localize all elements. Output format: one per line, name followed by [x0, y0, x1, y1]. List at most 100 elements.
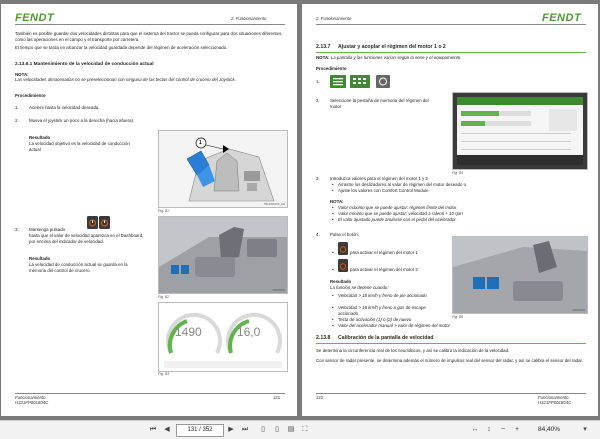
joystick-illustration [159, 131, 287, 207]
zoom-in-icon[interactable]: + [512, 425, 522, 435]
figure-id: TRL4321XXX_111 [263, 203, 285, 206]
cruise-memory-2-icon [99, 216, 110, 229]
step-number: 3. [316, 176, 320, 181]
viewer-toolbar: ⏮ ◀ 131 / 352 ▶ ⏭ ▯ ▯ ▤ ⛶ ↔ ↕ − + 84,40%… [0, 420, 600, 439]
header-rule [15, 24, 285, 25]
footer-code: H321FP001804C [15, 400, 49, 405]
zoom-dropdown-icon[interactable]: ▾ [580, 425, 590, 435]
figure-caption: Fig. 85 [452, 315, 463, 319]
page-number: 122 [316, 395, 324, 400]
step-number: 1. [15, 105, 19, 110]
first-page-icon[interactable]: ⏮ [148, 425, 158, 435]
result-bullet-1: Velocidad > 18 km/h y freno de pie accio… [338, 293, 427, 298]
section-heading: Calibración de la pantalla de velocidad [338, 335, 434, 341]
note-line-2: Valor mínimo que se puede ajustar: veloc… [338, 211, 463, 216]
next-page-icon[interactable]: ▶ [226, 425, 236, 435]
footer-code: H321FP001804C [538, 400, 572, 405]
result-bullet-2: Velocidad > 18 km/h y freno a gas de esc… [338, 305, 426, 316]
note-label: NOTA: [330, 199, 344, 204]
step-3-text-b: hasta que el valor de velocidad aparezca… [29, 233, 144, 244]
section-heading-number: 2.13.7 [316, 44, 331, 50]
step-number: 4. [316, 232, 320, 237]
step-3-text: Introduzca valores para el régimen del m… [330, 176, 428, 181]
zoom-level[interactable]: 84,40% [538, 424, 560, 436]
step-3-text-a: Mantenga pulsado [29, 227, 66, 232]
bullet: • [332, 317, 334, 322]
result-bullet-4: Valor del acelerador manual > valor de r… [338, 323, 450, 328]
bullet: • [332, 267, 334, 272]
figure-caption: Fig. 81 [158, 209, 169, 213]
step-number: 2. [316, 98, 320, 103]
step-number: 1. [316, 79, 320, 84]
engine-memory-icon [376, 75, 390, 88]
figure-terminal [452, 92, 588, 170]
figure-caption: Fig. 82 [158, 295, 169, 299]
section-heading-number: 2.13.8 [316, 335, 331, 341]
result-text: La velocidad objetivo es la velocidad de… [29, 141, 130, 152]
step-2-text: Seleccione la pestaña de memoria del rég… [330, 98, 429, 109]
fendt-logo: FENDT [15, 12, 55, 24]
page-number-input[interactable]: 131 / 352 [176, 424, 224, 437]
terminal-illustration [453, 93, 587, 169]
cruise-memory-1-icon [87, 216, 98, 229]
figure-armrest: FRP00000 [158, 216, 288, 294]
header-section: 2. Funcionamiento [231, 16, 267, 21]
engine-speed-1-icon [338, 242, 348, 255]
bullet: • [332, 250, 334, 255]
note-line-3: El valor ajustado puede anularse con el … [338, 217, 457, 222]
fendt-logo: FENDT [542, 12, 582, 24]
fit-page-icon[interactable]: ⛶ [300, 425, 310, 435]
figure-caption: Fig. 84 [452, 171, 463, 175]
figure-id: FRP00000 [272, 289, 285, 292]
bullet: • [332, 293, 334, 298]
previous-page-icon[interactable]: ◀ [162, 425, 172, 435]
page-right: 2. Funcionamiento FENDT 2.13.7 Ajustar y… [302, 4, 598, 416]
bullet: • [332, 188, 334, 193]
figure-joystick: 1 TRL4321XXX_111 [158, 130, 288, 208]
bullet: • [332, 182, 334, 187]
calibration-paragraph-2: Con sensor de radar presente, se determi… [316, 358, 583, 363]
step-4-text: Pulse el botón: [330, 232, 360, 237]
figure-id: FRP00000 [572, 309, 585, 312]
figure-callout: 1 [199, 140, 202, 146]
armrest-buttons-illustration [453, 237, 587, 313]
facing-pages-view-icon[interactable]: ▯ [272, 425, 282, 435]
armrest-illustration [159, 217, 287, 293]
footer-rule [15, 393, 285, 394]
heading-rule [316, 52, 586, 53]
page-left: FENDT 2. Funcionamiento También es posib… [1, 4, 297, 416]
result-label: Resultado [29, 256, 51, 261]
bullet: • [332, 211, 334, 216]
step-number: 3. [15, 227, 19, 232]
last-page-icon[interactable]: ⏭ [240, 425, 250, 435]
intro-paragraph-2: El tiempo que se tarda en alcanzar la ve… [15, 45, 228, 50]
note-label: NOTA: [316, 55, 330, 60]
subsection-heading: 2.13.6.1 Mantenimiento de la velocidad d… [15, 62, 154, 67]
note-text: Las velocidades almacenadas no se presel… [15, 77, 236, 82]
step-number: 2. [15, 118, 19, 123]
result-label: Resultado [29, 135, 51, 140]
calibration-paragraph-1: Se determina la circunferencia real de l… [316, 348, 510, 353]
section-heading: Ajustar y acoplar el régimen del motor 1… [338, 44, 446, 50]
document-viewer: FENDT 2. Funcionamiento También es posib… [0, 0, 600, 420]
fit-height-icon[interactable]: ↕ [484, 425, 494, 435]
bullet: • [332, 217, 334, 222]
step-4-bullet-1: para activar el régimen del motor 1 [350, 250, 418, 255]
intro-paragraph-1: También es posible guardar dos velocidad… [15, 31, 283, 42]
menu-icon [330, 75, 346, 88]
continuous-view-icon[interactable]: ▤ [286, 425, 296, 435]
fit-width-icon[interactable]: ↔ [470, 425, 480, 435]
bullet: • [332, 323, 334, 328]
bullet: • [332, 205, 334, 210]
heading-rule [316, 343, 586, 344]
page-number: 121 [273, 395, 281, 400]
procedure-label: Procedimiento [316, 66, 347, 71]
step-2-text: Mueva el joystick un poco a la derecha (… [29, 118, 135, 123]
footer-rule [316, 393, 586, 394]
single-page-view-icon[interactable]: ▯ [258, 425, 268, 435]
zoom-out-icon[interactable]: − [498, 425, 508, 435]
vehicle-speed-value: 16,0 [237, 325, 261, 339]
step-3-bullet-1: Arrastre los deslizadores al valor de ré… [338, 182, 467, 187]
header-section: 2. Funcionamiento [316, 16, 352, 21]
note-line: NOTA: La pantalla y las funciones varían… [316, 55, 586, 61]
